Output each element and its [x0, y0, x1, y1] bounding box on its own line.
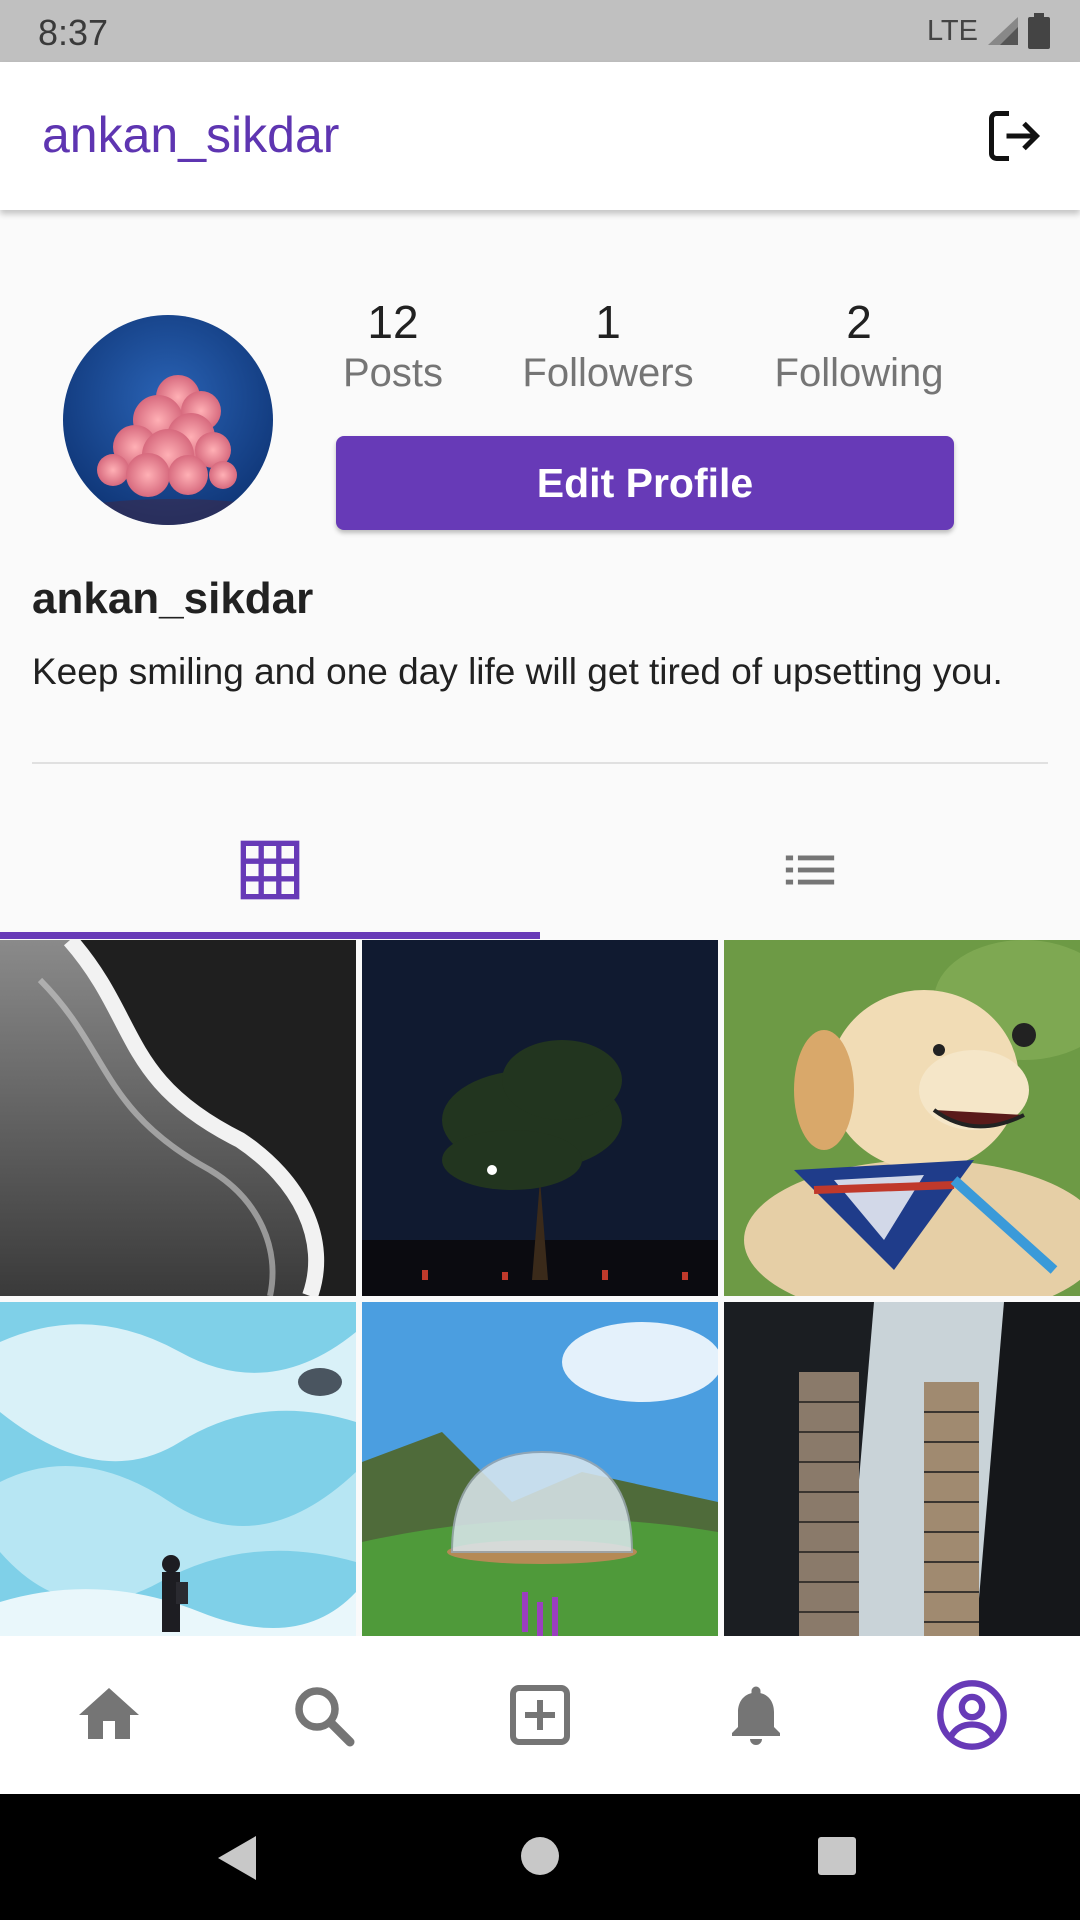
tab-indicator	[0, 932, 540, 939]
nav-notifications[interactable]	[711, 1670, 801, 1760]
post-thumbnail-night-tree[interactable]	[362, 940, 718, 1296]
nav-search[interactable]	[278, 1670, 368, 1760]
edit-profile-button[interactable]: Edit Profile	[336, 436, 954, 530]
post-thumbnail-glacier[interactable]	[0, 1302, 356, 1636]
list-icon	[785, 855, 835, 885]
following-stat[interactable]: 2 Following	[759, 296, 959, 398]
nav-add-post[interactable]	[495, 1670, 585, 1760]
posts-label: Posts	[342, 351, 444, 395]
nav-profile[interactable]	[927, 1670, 1017, 1760]
home-circle-icon[interactable]	[520, 1836, 560, 1881]
post-thumbnail-beach[interactable]	[0, 940, 356, 1296]
search-icon	[295, 1687, 355, 1747]
posts-count: 12	[367, 296, 419, 348]
post-thumbnail-towers[interactable]	[724, 1302, 1080, 1636]
app-title: ankan_sikdar	[42, 107, 340, 163]
profile-bio: Keep smiling and one day life will get t…	[32, 651, 1003, 692]
nav-home[interactable]	[64, 1670, 154, 1760]
account-circle-icon	[937, 1680, 1007, 1750]
status-icons: LTE	[927, 12, 1050, 50]
add-box-icon	[510, 1685, 570, 1745]
posts-stat[interactable]: 12 Posts	[293, 296, 493, 398]
signal-icon	[988, 17, 1018, 45]
post-thumbnail-dog[interactable]	[724, 940, 1080, 1296]
recents-square-icon[interactable]	[817, 1836, 857, 1881]
network-type: LTE	[926, 14, 978, 47]
divider	[32, 762, 1048, 764]
profile-username: ankan_sikdar	[32, 574, 314, 623]
avatar[interactable]	[63, 315, 273, 525]
status-bar	[0, 0, 1080, 62]
followers-stat[interactable]: 1 Followers	[508, 296, 708, 398]
grid-icon	[240, 840, 300, 900]
logout-icon[interactable]	[984, 106, 1044, 166]
following-count: 2	[846, 296, 872, 348]
status-time: 8:37	[38, 12, 109, 53]
followers-count: 1	[595, 296, 621, 348]
tab-list[interactable]	[540, 810, 1080, 930]
followers-label: Followers	[522, 351, 694, 395]
bell-icon	[732, 1686, 780, 1745]
tab-grid[interactable]	[0, 810, 540, 930]
following-label: Following	[774, 351, 944, 395]
battery-icon	[1028, 13, 1050, 49]
back-icon[interactable]	[216, 1834, 260, 1887]
post-thumbnail-dome[interactable]	[362, 1302, 718, 1636]
home-icon	[79, 1688, 139, 1739]
